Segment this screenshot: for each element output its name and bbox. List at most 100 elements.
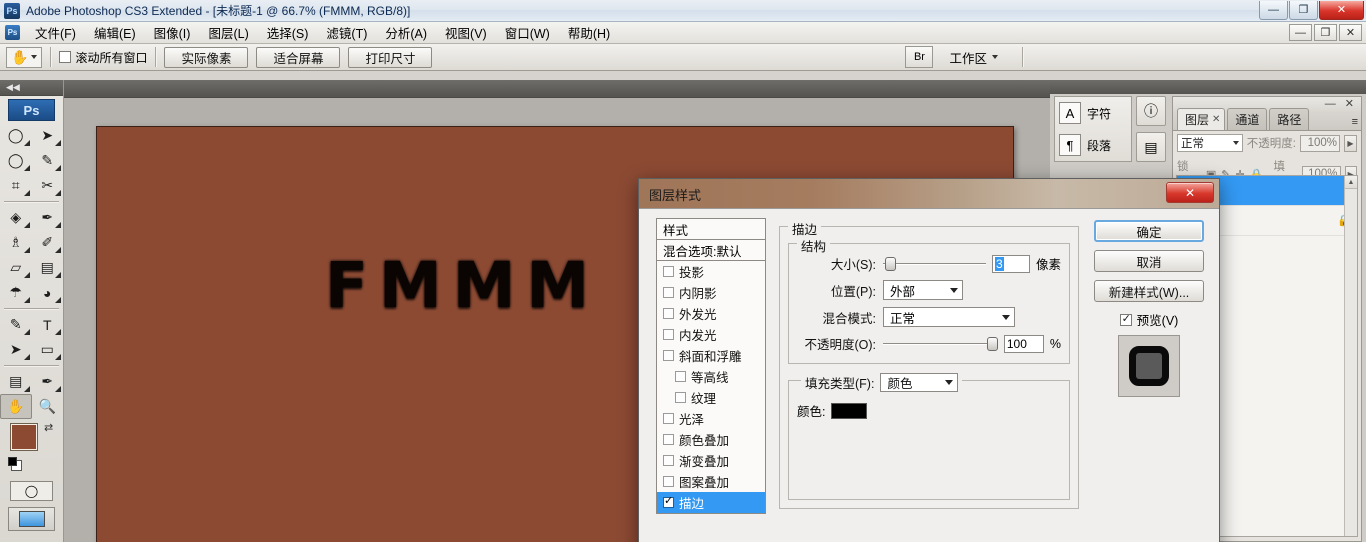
tab-layers[interactable]: 图层 ✕: [1177, 108, 1225, 130]
fit-screen-button[interactable]: 适合屏幕: [256, 47, 340, 68]
layers-panel-window-controls[interactable]: — ✕: [1325, 97, 1357, 110]
blending-options-item[interactable]: 混合选项:默认: [656, 240, 766, 261]
window-close-button[interactable]: ✕: [1319, 1, 1364, 20]
checkbox-icon[interactable]: [663, 308, 674, 319]
opacity-stepper-icon[interactable]: ▶: [1344, 135, 1357, 152]
layer-comps-icon[interactable]: ▤: [1136, 132, 1166, 162]
menu-file[interactable]: 文件(F): [26, 21, 85, 44]
document-close-button[interactable]: ✕: [1339, 24, 1362, 41]
current-tool-preview[interactable]: ✋: [6, 47, 42, 68]
checkbox-icon[interactable]: [663, 329, 674, 340]
lasso-tool-icon[interactable]: ◯: [0, 148, 32, 173]
workspace-menu-button[interactable]: 工作区: [943, 46, 1004, 68]
character-panel-button[interactable]: A 字符: [1055, 97, 1131, 129]
checkbox-icon[interactable]: [675, 371, 686, 382]
chevron-down-icon[interactable]: [31, 55, 37, 59]
tab-paths[interactable]: 路径: [1269, 108, 1309, 130]
layers-scrollbar[interactable]: ▲: [1344, 176, 1357, 536]
actual-pixels-button[interactable]: 实际像素: [164, 47, 248, 68]
panel-menu-icon[interactable]: ≡: [1352, 116, 1358, 128]
quick-mask-toggle[interactable]: ◯: [10, 481, 53, 501]
window-minimize-button[interactable]: —: [1259, 1, 1288, 20]
checkbox-icon[interactable]: [663, 476, 674, 487]
preview-checkbox[interactable]: 预览(V): [1094, 310, 1204, 329]
canvas-text-layer[interactable]: FMMM: [325, 249, 600, 322]
checkbox-icon[interactable]: [1120, 314, 1132, 326]
info-panel-icon[interactable]: ⓘ: [1136, 96, 1166, 126]
clone-stamp-tool-icon[interactable]: ♗: [0, 230, 32, 255]
zoom-tool-icon[interactable]: 🔍: [32, 394, 64, 419]
style-item-gradient-overlay[interactable]: 渐变叠加: [657, 450, 765, 471]
opacity-input[interactable]: 100: [1004, 335, 1044, 353]
gradient-tool-icon[interactable]: ▤: [32, 255, 64, 280]
crop-tool-icon[interactable]: ⌗: [0, 173, 32, 198]
style-item-outer-glow[interactable]: 外发光: [657, 303, 765, 324]
checkbox-icon[interactable]: [663, 434, 674, 445]
checkbox-icon[interactable]: [663, 350, 674, 361]
style-item-pattern-overlay[interactable]: 图案叠加: [657, 471, 765, 492]
blend-mode-select[interactable]: 正常: [1177, 134, 1243, 152]
healing-brush-tool-icon[interactable]: ◈: [0, 205, 32, 230]
style-item-inner-shadow[interactable]: 内阴影: [657, 282, 765, 303]
close-icon[interactable]: ✕: [1212, 114, 1220, 125]
layers-minimize-icon[interactable]: —: [1325, 98, 1339, 110]
style-item-contour[interactable]: 等高线: [657, 366, 765, 387]
styles-header[interactable]: 样式: [656, 218, 766, 240]
checkbox-icon[interactable]: [663, 287, 674, 298]
dialog-close-button[interactable]: ✕: [1166, 182, 1214, 203]
type-tool-icon[interactable]: T: [32, 312, 64, 337]
style-item-bevel-emboss[interactable]: 斜面和浮雕: [657, 345, 765, 366]
document-restore-button[interactable]: ❐: [1314, 24, 1337, 41]
blend-mode-select[interactable]: 正常: [883, 307, 1015, 327]
menu-layer[interactable]: 图层(L): [199, 21, 257, 44]
scroll-up-icon[interactable]: ▲: [1345, 176, 1357, 189]
toolbox-grip[interactable]: ◀◀: [0, 80, 63, 96]
checkbox-icon[interactable]: [663, 497, 674, 508]
foreground-color-swatch[interactable]: [10, 423, 38, 451]
menu-select[interactable]: 选择(S): [258, 21, 318, 44]
dock-rail[interactable]: [1050, 80, 1366, 94]
path-selection-tool-icon[interactable]: ➤: [0, 337, 32, 362]
pen-tool-icon[interactable]: ✎: [0, 312, 32, 337]
style-item-stroke[interactable]: 描边: [657, 492, 765, 513]
dodge-tool-icon[interactable]: ◕: [32, 280, 64, 305]
layers-close-icon[interactable]: ✕: [1345, 98, 1357, 110]
blur-tool-icon[interactable]: ☂: [0, 280, 32, 305]
size-slider[interactable]: [883, 257, 986, 271]
opacity-slider[interactable]: [883, 337, 998, 351]
fill-type-select[interactable]: 颜色: [880, 373, 958, 392]
go-to-bridge-icon[interactable]: Br: [905, 46, 933, 68]
eraser-tool-icon[interactable]: ▱: [0, 255, 32, 280]
window-maximize-button[interactable]: ❐: [1289, 1, 1318, 20]
history-brush-tool-icon[interactable]: ✐: [32, 230, 64, 255]
style-item-color-overlay[interactable]: 颜色叠加: [657, 429, 765, 450]
menu-view[interactable]: 视图(V): [436, 21, 496, 44]
move-tool-icon[interactable]: ➤: [32, 123, 64, 148]
checkbox-icon[interactable]: [663, 413, 674, 424]
collapse-left-icon[interactable]: ◀◀: [6, 82, 20, 93]
menu-help[interactable]: 帮助(H): [559, 21, 619, 44]
style-item-texture[interactable]: 纹理: [657, 387, 765, 408]
shape-tool-icon[interactable]: ▭: [32, 337, 64, 362]
menu-image[interactable]: 图像(I): [145, 21, 200, 44]
style-item-inner-glow[interactable]: 内发光: [657, 324, 765, 345]
scroll-all-windows-checkbox[interactable]: 滚动所有窗口: [59, 49, 147, 66]
stroke-color-swatch[interactable]: [831, 403, 867, 419]
magic-wand-tool-icon[interactable]: ✎: [32, 148, 64, 173]
cancel-button[interactable]: 取消: [1094, 250, 1204, 272]
ok-button[interactable]: 确定: [1094, 220, 1204, 242]
document-minimize-button[interactable]: —: [1289, 24, 1312, 41]
opacity-value[interactable]: 100%: [1300, 135, 1340, 152]
brush-tool-icon[interactable]: ✒: [32, 205, 64, 230]
marquee-tool-icon[interactable]: ◯: [0, 123, 32, 148]
hand-tool-icon[interactable]: ✋: [0, 394, 32, 419]
menu-edit[interactable]: 编辑(E): [85, 21, 145, 44]
checkbox-icon[interactable]: [59, 51, 71, 63]
menu-filter[interactable]: 滤镜(T): [317, 21, 376, 44]
swap-colors-icon[interactable]: ⇄: [44, 421, 53, 434]
slider-thumb[interactable]: [885, 257, 896, 271]
paragraph-panel-button[interactable]: ¶ 段落: [1055, 129, 1131, 161]
new-style-button[interactable]: 新建样式(W)...: [1094, 280, 1204, 302]
position-select[interactable]: 外部: [883, 280, 963, 300]
size-input[interactable]: 3: [992, 255, 1030, 273]
